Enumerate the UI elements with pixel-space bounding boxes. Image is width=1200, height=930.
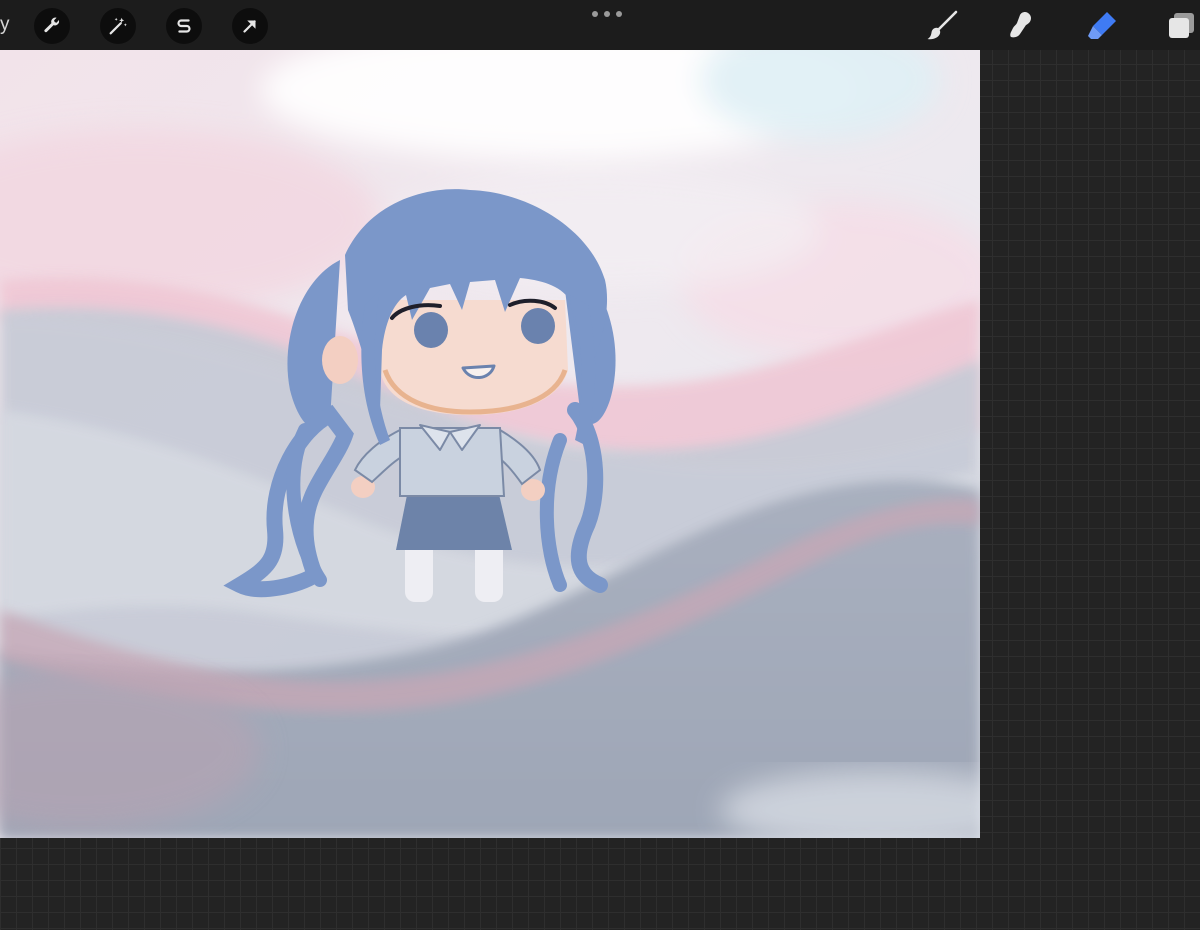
top-toolbar: y xyxy=(0,0,1200,50)
gallery-link[interactable]: y xyxy=(0,14,10,36)
adjustments-button[interactable] xyxy=(100,8,136,44)
brush-icon xyxy=(927,10,958,40)
wrench-icon xyxy=(44,17,60,33)
arrow-cursor-icon xyxy=(243,20,256,33)
dot xyxy=(604,11,610,17)
eye-right xyxy=(521,308,555,344)
transform-button[interactable] xyxy=(232,8,268,44)
selection-button[interactable] xyxy=(166,8,202,44)
erase-tool-button[interactable] xyxy=(1084,8,1120,44)
layers-icon xyxy=(1169,13,1194,38)
dot xyxy=(592,11,598,17)
more-options-button[interactable] xyxy=(592,10,622,18)
smudge-icon xyxy=(1010,12,1031,38)
eraser-icon xyxy=(1088,12,1116,39)
magic-wand-icon xyxy=(109,17,127,35)
ear-left xyxy=(322,336,358,384)
eye-left xyxy=(414,312,448,348)
skirt xyxy=(396,490,512,550)
dot xyxy=(616,11,622,17)
shirt xyxy=(399,427,506,497)
smudge-tool-button[interactable] xyxy=(1004,8,1040,44)
artwork xyxy=(0,50,980,838)
drawing-canvas[interactable] xyxy=(0,50,980,838)
layers-button[interactable] xyxy=(1164,8,1200,44)
actions-button[interactable] xyxy=(34,8,70,44)
paint-tool-button[interactable] xyxy=(924,8,960,44)
selection-s-icon xyxy=(177,19,191,33)
